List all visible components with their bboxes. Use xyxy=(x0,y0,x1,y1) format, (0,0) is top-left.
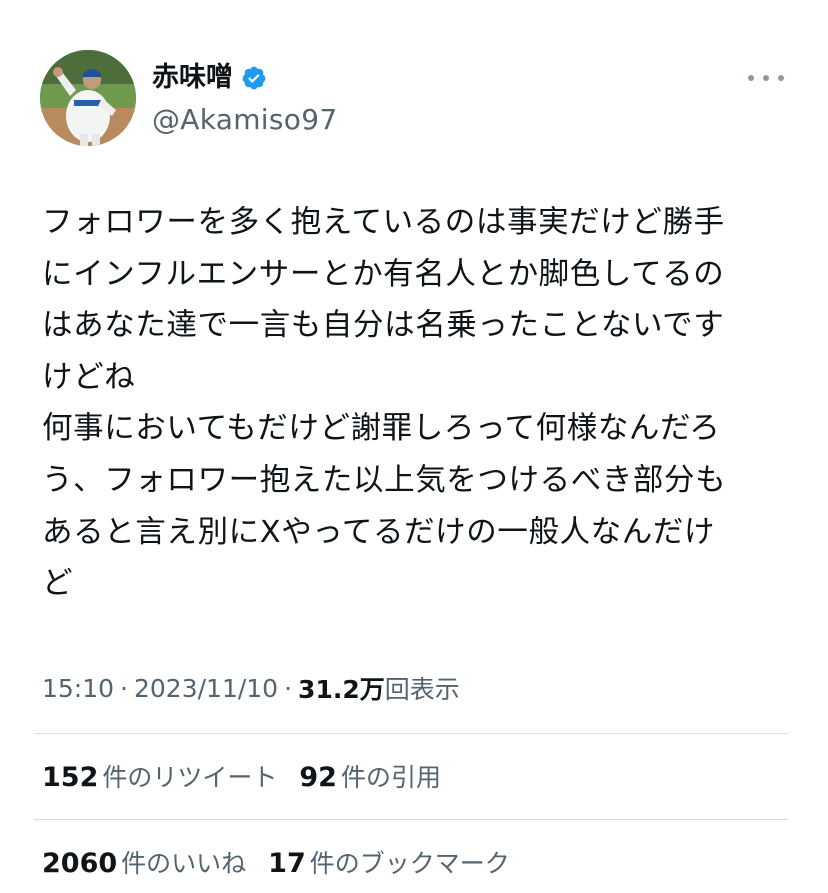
name-row: 赤味噌 xyxy=(152,60,267,96)
quotes-stat[interactable]: 92 件の引用 xyxy=(299,758,441,794)
views-label: 回表示 xyxy=(384,675,460,704)
divider xyxy=(34,819,788,820)
avatar[interactable] xyxy=(40,50,136,146)
tweet-time[interactable]: 15:10 xyxy=(42,674,114,703)
avatar-image xyxy=(40,50,136,146)
likes-stat[interactable]: 2060 件のいいね xyxy=(42,844,246,880)
bookmarks-stat[interactable]: 17 件のブックマーク xyxy=(268,844,510,880)
user-handle[interactable]: @Akamiso97 xyxy=(152,102,337,138)
bookmarks-count: 17 xyxy=(268,848,306,879)
display-name[interactable]: 赤味噌 xyxy=(152,60,233,96)
tweet-date[interactable]: 2023/11/10 xyxy=(134,674,278,703)
likes-count: 2060 xyxy=(42,848,118,879)
tweet-header: 赤味噌 @Akamiso97 xyxy=(40,50,790,150)
tweet-text: フォロワーを多く抱えているのは事実だけど勝手 にインフルエンサーとか有名人とか脚… xyxy=(42,205,727,602)
stats-row-reposts: 152 件のリツイート 92 件の引用 xyxy=(42,756,463,796)
views-count: 31.2万 xyxy=(298,675,385,704)
retweets-stat[interactable]: 152 件のリツイート xyxy=(42,758,277,794)
divider xyxy=(34,733,788,734)
retweets-label: 件のリツイート xyxy=(102,763,278,792)
tweet-meta: 15:10 · 2023/11/10 · 31.2万 回表示 xyxy=(42,668,460,708)
likes-label: 件のいいね xyxy=(121,849,247,878)
more-dot-icon xyxy=(763,75,769,81)
meta-separator: · xyxy=(284,673,293,703)
stats-row-likes: 2060 件のいいね 17 件のブックマーク xyxy=(42,842,532,882)
quotes-label: 件の引用 xyxy=(340,763,441,792)
verified-badge-icon xyxy=(241,65,267,91)
bookmarks-label: 件のブックマーク xyxy=(309,849,510,878)
more-dot-icon xyxy=(748,75,754,81)
retweets-count: 152 xyxy=(42,762,99,793)
more-options-button[interactable] xyxy=(748,68,784,88)
meta-separator: · xyxy=(120,673,128,703)
more-dot-icon xyxy=(778,75,784,81)
quotes-count: 92 xyxy=(299,762,337,793)
